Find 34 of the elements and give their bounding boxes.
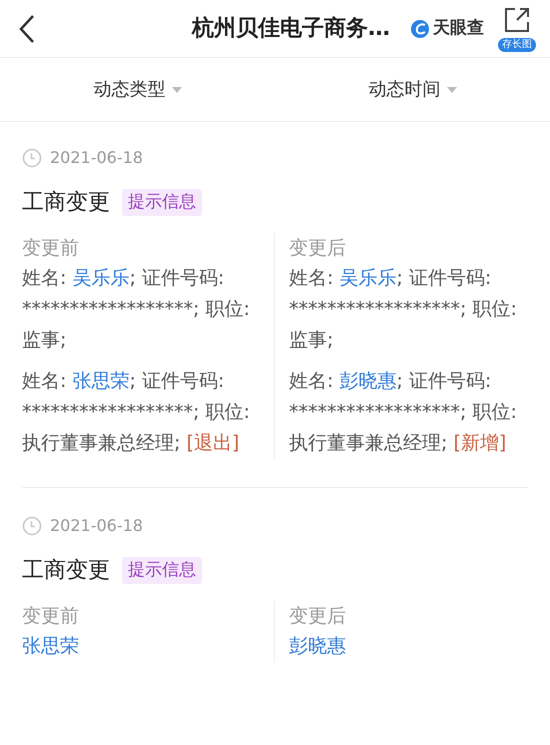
page-title: 杭州贝佳电子商务…	[192, 15, 390, 43]
clock-icon	[22, 516, 42, 536]
event-title: 工商变更	[22, 557, 110, 585]
person-link[interactable]: 吴乐乐	[72, 267, 130, 289]
person-link[interactable]: 彭晓惠	[339, 370, 396, 392]
brand-logo-icon	[410, 18, 430, 38]
person-record: 姓名: 吴乐乐; 证件号码: ******************; 职位: 监事;	[22, 266, 251, 353]
brand-name: 天眼查	[433, 16, 484, 40]
column-heading: 变更后	[289, 604, 347, 629]
column-heading: 变更前	[22, 604, 80, 629]
status-tag: [新增]	[453, 432, 506, 454]
back-icon[interactable]	[18, 14, 36, 44]
caret-icon	[172, 86, 182, 92]
event-date: 2021-06-18	[50, 515, 143, 537]
share-icon[interactable]	[503, 6, 531, 34]
person-record: 姓名: 吴乐乐; 证件号码: ******************; 职位: 监事;	[289, 266, 518, 353]
info-tag: 提示信息	[122, 188, 202, 216]
filter-dropdown[interactable]: 动态类型	[94, 76, 182, 103]
person-record: 姓名: 张思荣; 证件号码: ******************; 职位: 执行董事兼总经理; [退出]	[22, 369, 251, 456]
caret-icon	[446, 86, 456, 92]
person-record: 姓名: 彭晓惠; 证件号码: ******************; 职位: 执行董事兼总经理; [新增]	[289, 369, 518, 456]
person-link[interactable]: 吴乐乐	[339, 267, 396, 289]
event-date: 2021-06-18	[50, 147, 143, 169]
column-heading: 变更前	[22, 236, 80, 261]
status-tag: [退出]	[186, 432, 240, 454]
info-tag: 提示信息	[122, 556, 202, 584]
filter-dropdown[interactable]: 动态时间	[368, 76, 456, 103]
event-title: 工商变更	[22, 189, 110, 217]
column-heading: 变更后	[289, 236, 347, 261]
person-link[interactable]: 张思荣	[22, 635, 79, 657]
save-image-badge[interactable]: 存长图	[498, 38, 536, 52]
clock-icon	[22, 148, 42, 168]
person-link[interactable]: 张思荣	[72, 370, 130, 392]
person-link[interactable]: 彭晓惠	[289, 635, 346, 657]
